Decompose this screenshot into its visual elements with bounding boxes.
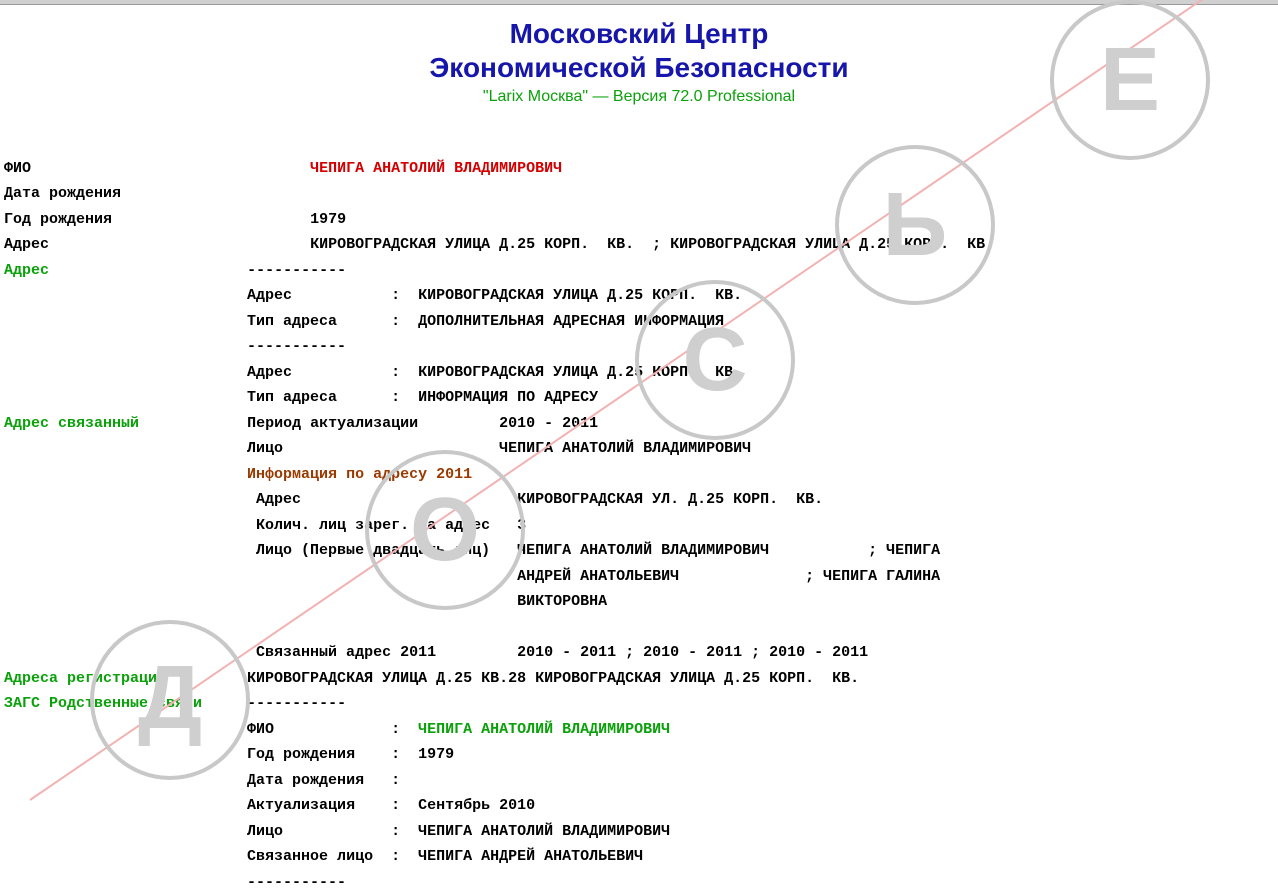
- sublabel-regcount: Колич. лиц зарег. на адрес: [256, 517, 490, 534]
- org-title-line1: Московский Центр: [0, 17, 1278, 51]
- document-header: Московский Центр Экономической Безопасно…: [0, 5, 1278, 106]
- value-addr-block1: КИРОВОГРАДСКАЯ УЛИЦА Д.25 КОРП. КВ.: [418, 287, 742, 304]
- label-addr-section[interactable]: Адрес: [4, 262, 49, 279]
- label-yob: Год рождения: [4, 207, 112, 233]
- record-body: ФИО ЧЕПИГА АНАТОЛИЙ ВЛАДИМИРОВИЧ Дата ро…: [0, 130, 1278, 895]
- label-addr: Адрес: [4, 232, 49, 258]
- sublabel-person: Лицо: [247, 440, 283, 457]
- value-addr-inline: КИРОВОГРАДСКАЯ УЛИЦА Д.25 КОРП. КВ. ; КИ…: [310, 236, 994, 253]
- value-zags-fio[interactable]: ЧЕПИГА АНАТОЛИЙ ВЛАДИМИРОВИЧ: [418, 721, 670, 738]
- sublabel-zags-actual: Актуализация: [247, 797, 355, 814]
- value-addr-block2: КИРОВОГРАДСКАЯ УЛИЦА Д.25 КОРП. КВ.: [418, 364, 742, 381]
- value-addr-type1: ДОПОЛНИТЕЛЬНАЯ АДРЕСНАЯ ИНФОРМАЦИЯ: [418, 313, 724, 330]
- value-pers20-l2: АНДРЕЙ АНАТОЛЬЕВИЧ ; ЧЕПИГА ГАЛИНА: [517, 568, 940, 585]
- sublabel-addr: Адрес: [247, 287, 292, 304]
- sublabel-type: Тип адреса: [247, 313, 337, 330]
- value-zags-related: ЧЕПИГА АНДРЕЙ АНАТОЛЬЕВИЧ: [418, 848, 643, 865]
- sublabel-addr3: Адрес: [256, 491, 301, 508]
- label-dob: Дата рождения: [4, 181, 121, 207]
- value-period: 2010 - 2011: [499, 415, 598, 432]
- value-regcount: 3: [517, 517, 526, 534]
- separator: -----------: [247, 874, 346, 891]
- sublabel-zags-yob: Год рождения: [247, 746, 355, 763]
- separator: -----------: [247, 338, 346, 355]
- separator: -----------: [247, 695, 346, 712]
- value-yob: 1979: [310, 211, 346, 228]
- sublabel-zags-fio: ФИО: [247, 721, 274, 738]
- org-title-line2: Экономической Безопасности: [0, 51, 1278, 85]
- value-pers20-l3: ВИКТОРОВНА: [517, 593, 607, 610]
- value-zags-person: ЧЕПИГА АНАТОЛИЙ ВЛАДИМИРОВИЧ: [418, 823, 670, 840]
- label-reg-addresses[interactable]: Адреса регистрации: [4, 670, 166, 687]
- value-addr-type2: ИНФОРМАЦИЯ ПО АДРЕСУ: [418, 389, 598, 406]
- heading-info-by-addr: Информация по адресу 2011: [247, 466, 472, 483]
- value-linked-addr: 2010 - 2011 ; 2010 - 2011 ; 2010 - 2011: [517, 644, 868, 661]
- value-zags-actual: Сентябрь 2010: [418, 797, 535, 814]
- value-reg-addresses: КИРОВОГРАДСКАЯ УЛИЦА Д.25 КВ.28 КИРОВОГР…: [247, 670, 859, 687]
- label-related-addr[interactable]: Адрес связанный: [4, 415, 139, 432]
- sublabel-type2: Тип адреса: [247, 389, 337, 406]
- sublabel-zags-person: Лицо: [247, 823, 283, 840]
- sublabel-linked-addr: Связанный адрес 2011: [256, 644, 436, 661]
- value-info-addr: КИРОВОГРАДСКАЯ УЛ. Д.25 КОРП. КВ.: [517, 491, 823, 508]
- value-person: ЧЕПИГА АНАТОЛИЙ ВЛАДИМИРОВИЧ: [499, 440, 751, 457]
- sublabel-zags-dob: Дата рождения: [247, 772, 364, 789]
- separator: -----------: [247, 262, 346, 279]
- sublabel-zags-related: Связанное лицо: [247, 848, 373, 865]
- software-version: "Larix Москва" — Версия 72.0 Professiona…: [0, 88, 1278, 106]
- sublabel-addr2: Адрес: [247, 364, 292, 381]
- value-pers20-l1: ЧЕПИГА АНАТОЛИЙ ВЛАДИМИРОВИЧ ; ЧЕПИГА: [517, 542, 940, 559]
- value-zags-yob: 1979: [418, 746, 454, 763]
- sublabel-period: Период актуализации: [247, 415, 418, 432]
- sublabel-pers20: Лицо (Первые двадцать лиц): [256, 542, 490, 559]
- label-fio: ФИО: [4, 156, 31, 182]
- value-fio: ЧЕПИГА АНАТОЛИЙ ВЛАДИМИРОВИЧ: [310, 160, 562, 177]
- label-zags[interactable]: ЗАГС Родственные связи: [4, 695, 202, 712]
